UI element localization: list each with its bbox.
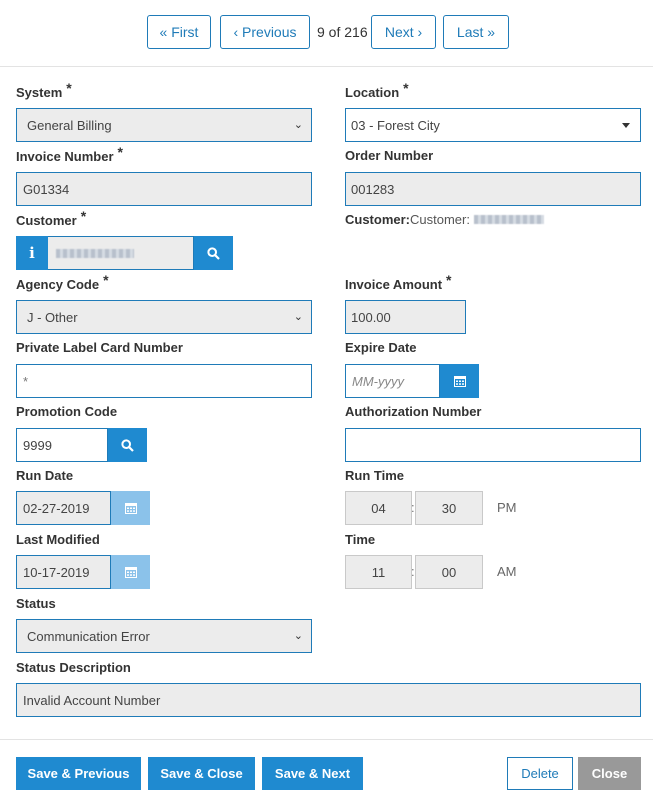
customer-label: Customer *: [16, 208, 87, 228]
invoice-number-field[interactable]: G01334: [16, 172, 312, 206]
run-date-label: Run Date: [16, 468, 74, 483]
time-ampm: AM: [497, 564, 517, 579]
order-number-field[interactable]: 001283: [345, 172, 641, 206]
run-time-ampm: PM: [497, 500, 517, 515]
caret-down-icon: [622, 123, 630, 128]
location-select[interactable]: 03 - Forest City: [345, 108, 641, 142]
invoice-number-label: Invoice Number *: [16, 144, 123, 164]
agency-code-label: Agency Code *: [16, 272, 109, 292]
private-label-label: Private Label Card Number: [16, 340, 183, 355]
time-hour[interactable]: 11: [345, 555, 412, 589]
customer-info-label: Customer:Customer:: [345, 212, 544, 227]
close-button[interactable]: Close: [578, 757, 641, 790]
time-label: Time: [345, 532, 376, 547]
first-button[interactable]: « First: [147, 15, 211, 49]
last-modified-field[interactable]: 10-17-2019: [16, 555, 111, 589]
run-date-calendar-button[interactable]: [111, 491, 150, 525]
agency-code-select[interactable]: J - Other ⌄: [16, 300, 312, 334]
expire-date-field[interactable]: MM-yyyy: [345, 364, 440, 398]
last-modified-calendar-button[interactable]: [111, 555, 150, 589]
pager: « First ‹ Previous 9 of 216 Next › Last …: [0, 15, 653, 49]
delete-button[interactable]: Delete: [507, 757, 573, 790]
run-time-label: Run Time: [345, 468, 404, 483]
calendar-icon: [124, 503, 137, 514]
authorization-number-label: Authorization Number: [345, 404, 482, 419]
save-close-button[interactable]: Save & Close: [148, 757, 255, 790]
search-icon: [121, 438, 134, 452]
invoice-amount-field[interactable]: 100.00: [345, 300, 466, 334]
run-date-field[interactable]: 02-27-2019: [16, 491, 111, 525]
calendar-icon: [124, 567, 137, 578]
private-label-field[interactable]: *: [16, 364, 312, 398]
customer-field[interactable]: [48, 236, 194, 270]
invoice-amount-label: Invoice Amount *: [345, 272, 452, 292]
status-description-field[interactable]: Invalid Account Number: [16, 683, 641, 717]
customer-value-redacted: [56, 248, 134, 258]
last-modified-label: Last Modified: [16, 532, 100, 547]
promotion-code-field[interactable]: 9999: [16, 428, 108, 462]
customer-info-redacted: [473, 215, 544, 224]
time-minute[interactable]: 00: [415, 555, 483, 589]
page-position: 9 of 216: [317, 24, 368, 40]
promotion-code-label: Promotion Code: [16, 404, 118, 419]
save-previous-button[interactable]: Save & Previous: [16, 757, 141, 790]
expire-date-label: Expire Date: [345, 340, 417, 355]
run-time-minute[interactable]: 30: [415, 491, 483, 525]
top-divider: [0, 66, 653, 67]
chevron-down-icon: ⌄: [293, 630, 303, 642]
system-label: System *: [16, 80, 72, 100]
order-number-label: Order Number: [345, 148, 434, 163]
info-icon[interactable]: i: [16, 236, 48, 270]
chevron-down-icon: ⌄: [293, 119, 303, 131]
next-button[interactable]: Next ›: [371, 15, 436, 49]
run-time-hour[interactable]: 04: [345, 491, 412, 525]
location-label: Location *: [345, 80, 409, 100]
customer-search-button[interactable]: [194, 236, 233, 270]
chevron-down-icon: ⌄: [293, 311, 303, 323]
save-next-button[interactable]: Save & Next: [262, 757, 363, 790]
expire-date-calendar-button[interactable]: [440, 364, 479, 398]
status-label: Status: [16, 596, 56, 611]
status-select[interactable]: Communication Error ⌄: [16, 619, 312, 653]
system-select[interactable]: General Billing ⌄: [16, 108, 312, 142]
last-button[interactable]: Last »: [443, 15, 509, 49]
previous-button[interactable]: ‹ Previous: [220, 15, 310, 49]
status-description-label: Status Description: [16, 660, 131, 675]
authorization-number-field[interactable]: [345, 428, 641, 462]
calendar-icon: [453, 376, 466, 387]
promotion-search-button[interactable]: [108, 428, 147, 462]
search-icon: [207, 246, 220, 260]
bottom-divider: [0, 739, 653, 740]
